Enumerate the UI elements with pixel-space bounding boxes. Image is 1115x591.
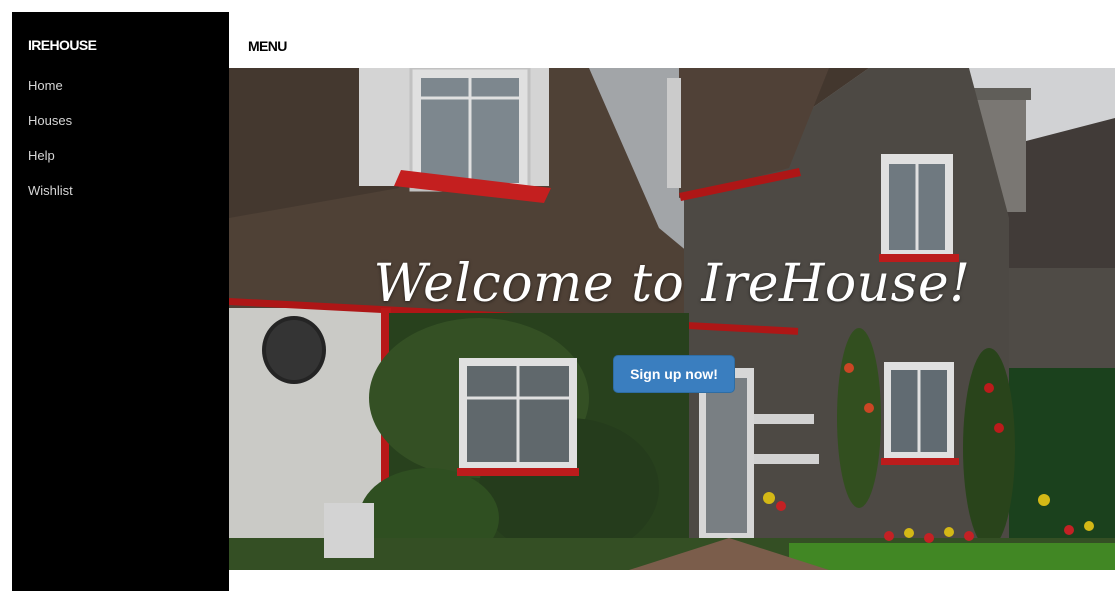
sidebar-item-houses: Houses [28,113,73,148]
sidebar-item-home: Home [28,78,73,113]
nav-link-help[interactable]: Help [28,148,55,163]
sidebar-item-help: Help [28,148,73,183]
sidebar-item-wishlist: Wishlist [28,183,73,218]
house-photo [229,68,1115,570]
brand-logo[interactable]: IREHOUSE [28,37,97,53]
sidebar: IREHOUSE Home Houses Help Wishlist [12,12,229,591]
menu-label[interactable]: MENU [248,38,287,54]
sidebar-nav: Home Houses Help Wishlist [28,78,73,218]
nav-link-wishlist[interactable]: Wishlist [28,183,73,198]
hero-banner: Welcome to IreHouse! Sign up now! [229,68,1115,570]
hero-title: Welcome to IreHouse! [373,254,971,314]
page: IREHOUSE Home Houses Help Wishlist MENU [0,0,1115,591]
nav-link-home[interactable]: Home [28,78,63,93]
nav-link-houses[interactable]: Houses [28,113,72,128]
sign-up-button[interactable]: Sign up now! [613,355,735,393]
